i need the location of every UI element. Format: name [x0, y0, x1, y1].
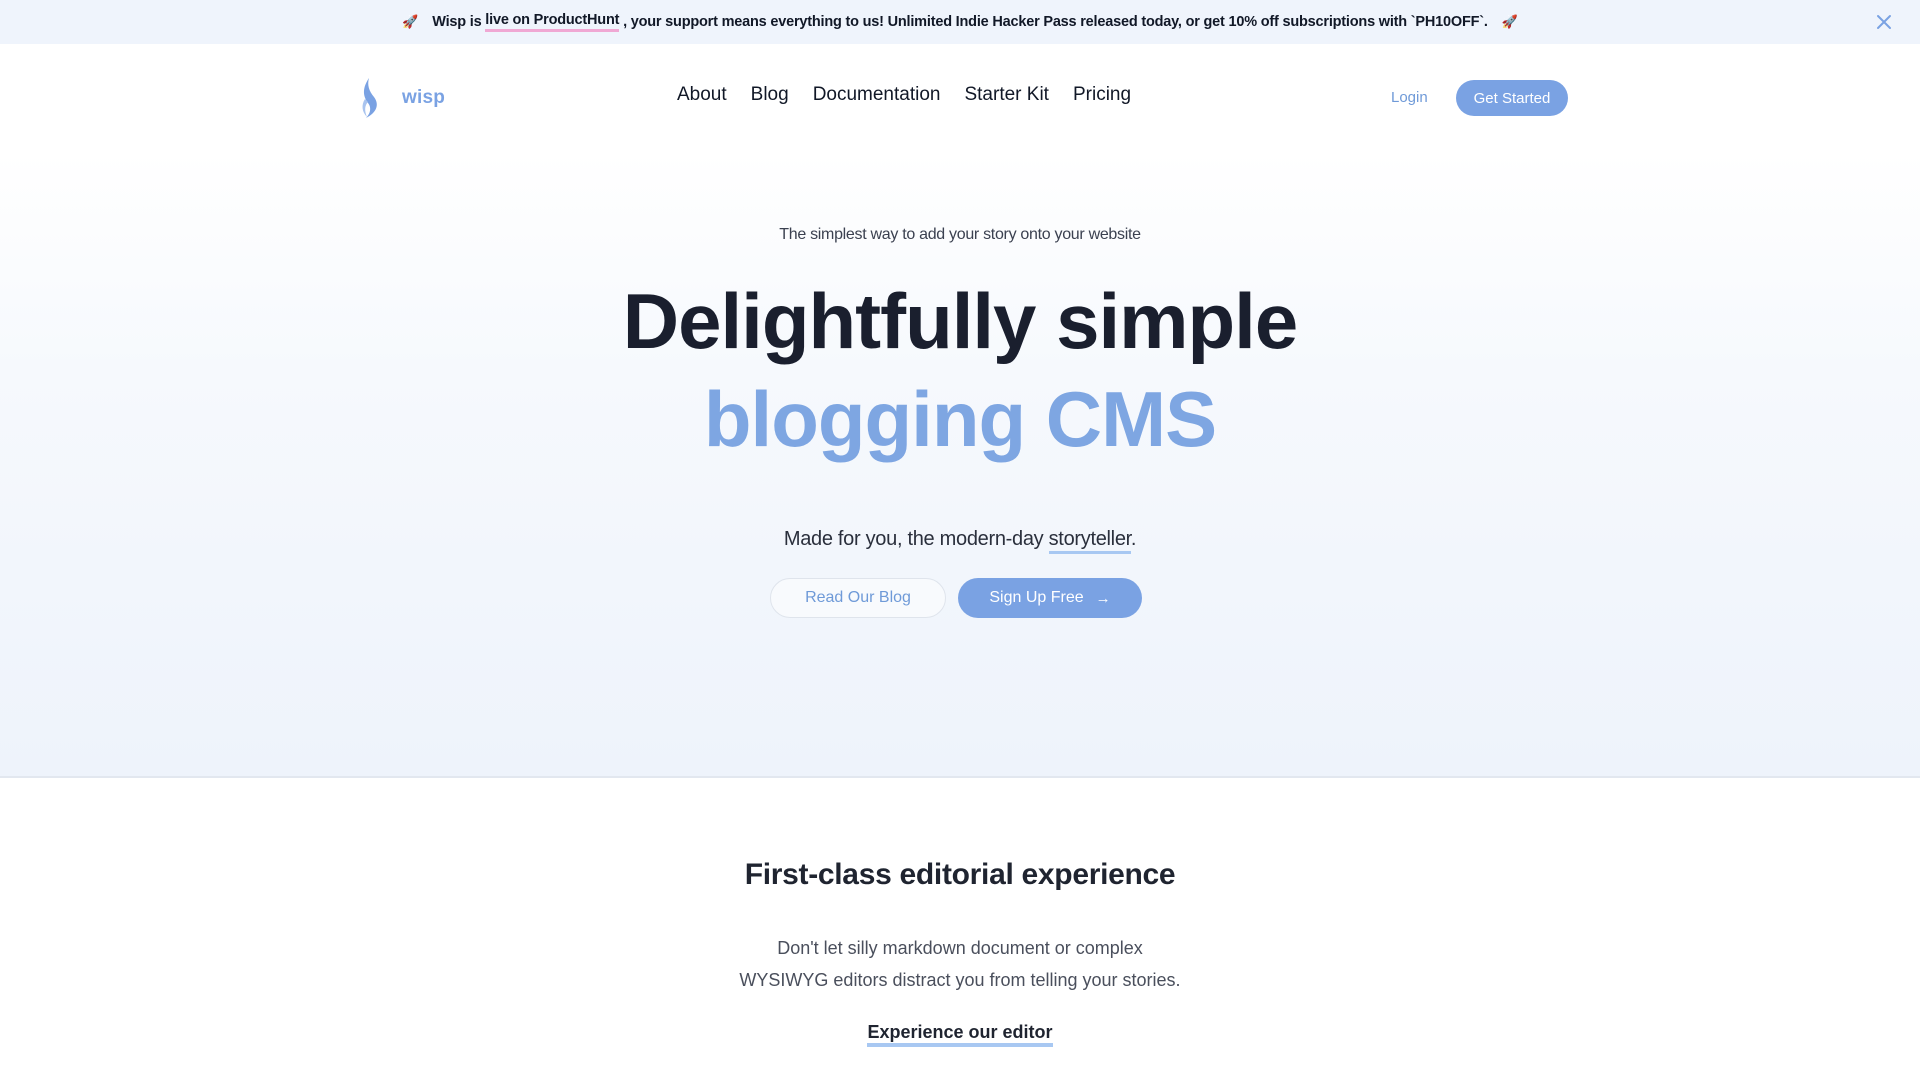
flame-logo-icon [360, 77, 382, 119]
login-link[interactable]: Login [1391, 89, 1428, 106]
logo-link[interactable]: wisp [360, 77, 445, 119]
nav-link-blog[interactable]: Blog [751, 84, 789, 106]
nav-link-starter-kit[interactable]: Starter Kit [964, 84, 1048, 106]
banner-prefix: Wisp is [432, 14, 486, 30]
hero-buttons: Read Our Blog Sign Up Free → [0, 578, 1920, 618]
feature-desc-line1: Don't let silly markdown document or com… [777, 938, 1143, 958]
get-started-button[interactable]: Get Started [1456, 80, 1568, 116]
nav-link-about[interactable]: About [677, 84, 727, 106]
tagline-suffix: . [1130, 528, 1137, 550]
banner-suffix: , your support means everything to us! U… [619, 14, 1488, 30]
read-our-blog-button[interactable]: Read Our Blog [770, 578, 946, 618]
sign-up-free-label: Sign Up Free [989, 589, 1084, 606]
nav-links: About Blog Documentation Starter Kit Pri… [677, 84, 1131, 106]
close-banner-button[interactable] [1874, 12, 1894, 32]
experience-editor-link[interactable]: Experience our editor [867, 1022, 1053, 1047]
hero-title-line1: Delightfully simple [622, 277, 1298, 365]
arrow-right-icon: → [1095, 589, 1111, 607]
close-icon [1877, 15, 1891, 29]
hero-tagline: Made for you, the modern-day storyteller… [0, 528, 1920, 554]
feature-desc-line2: WYSIWYG editors distract you from tellin… [739, 970, 1181, 990]
feature-title: First-class editorial experience [744, 858, 1176, 891]
nav-link-documentation[interactable]: Documentation [813, 84, 941, 106]
sign-up-free-button[interactable]: Sign Up Free → [958, 578, 1142, 618]
tagline-highlight: storyteller [1048, 528, 1131, 554]
producthunt-link[interactable]: live on ProductHunt [485, 12, 619, 32]
top-navigation: wisp About Blog Documentation Starter Ki… [0, 44, 1920, 152]
rocket-icon: 🚀 [402, 14, 419, 29]
feature-link-wrap: Experience our editor [0, 1022, 1920, 1047]
hero-title-line2: blogging CMS [703, 375, 1217, 463]
feature-description: Don't let silly markdown document or com… [0, 932, 1920, 996]
announcement-banner: 🚀 Wisp is live on ProductHunt , your sup… [0, 0, 1920, 44]
rocket-icon: 🚀 [1501, 14, 1518, 29]
hero-eyebrow: The simplest way to add your story onto … [779, 226, 1141, 243]
banner-message: 🚀 Wisp is live on ProductHunt , your sup… [388, 12, 1532, 32]
nav-link-pricing[interactable]: Pricing [1073, 84, 1131, 106]
logo-text: wisp [402, 87, 446, 108]
hero-section: The simplest way to add your story onto … [0, 152, 1920, 778]
tagline-prefix: Made for you, the modern-day [783, 528, 1049, 550]
